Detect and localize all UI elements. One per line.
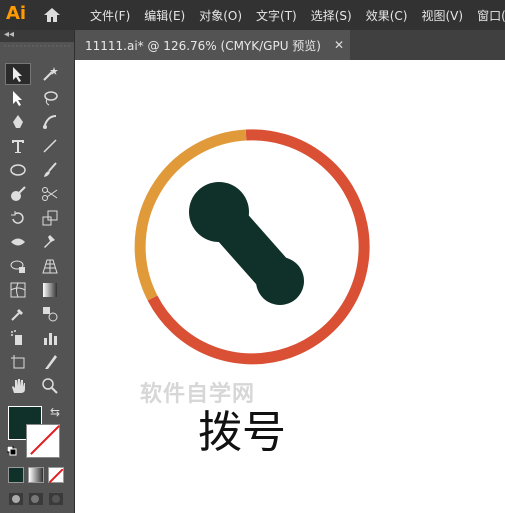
lasso-tool-icon[interactable] [38,88,62,108]
collapse-panel-icon[interactable]: ◂◂ [4,29,14,40]
menu-items: 文件(F) 编辑(E) 对象(O) 文字(T) 选择(S) 效果(C) 视图(V… [90,0,505,30]
swap-fill-stroke-icon[interactable]: ⇆ [50,405,60,419]
stroke-color-swatch[interactable] [26,424,60,458]
document-tab[interactable]: 11111.ai* @ 126.76% (CMYK/GPU 预览) ✕ [75,30,350,60]
perspective-grid-tool-icon[interactable] [38,256,62,276]
menu-select[interactable]: 选择(S) [311,7,352,24]
menu-file[interactable]: 文件(F) [90,7,130,24]
menu-window[interactable]: 窗口( [477,7,505,24]
draw-normal-icon[interactable] [8,492,24,506]
hand-tool-icon[interactable] [6,376,30,396]
artwork-caption: 拨号 [198,407,286,458]
draw-inside-icon[interactable] [48,492,64,506]
free-transform-tool-icon[interactable] [6,256,30,276]
puppet-warp-tool-icon[interactable] [38,232,62,252]
pen-tool-icon[interactable] [6,112,30,132]
phone-handset-icon [189,182,304,305]
draw-behind-icon[interactable] [28,492,44,506]
line-segment-tool-icon[interactable] [38,136,62,156]
zoom-tool-icon[interactable] [38,376,62,396]
menu-object[interactable]: 对象(O) [199,7,242,24]
direct-selection-tool-icon[interactable] [6,88,30,108]
gradient-mode-button[interactable] [28,467,44,483]
slice-tool-icon[interactable] [38,352,62,372]
home-icon[interactable] [42,6,62,24]
gradient-tool-icon[interactable] [38,280,62,300]
scissors-tool-icon[interactable] [38,184,62,204]
mesh-tool-icon[interactable] [6,280,30,300]
ellipse-tool-icon[interactable] [6,160,30,180]
type-tool-icon[interactable] [6,136,30,156]
app-logo: Ai [6,3,27,24]
curvature-tool-icon[interactable] [38,112,62,132]
paintbrush-tool-icon[interactable] [38,160,62,180]
menu-edit[interactable]: 编辑(E) [144,7,185,24]
menu-type[interactable]: 文字(T) [256,7,297,24]
width-tool-icon[interactable] [6,232,30,252]
close-tab-icon[interactable]: ✕ [334,38,344,52]
menu-view[interactable]: 视图(V) [421,7,463,24]
magic-wand-tool-icon[interactable] [38,64,62,84]
column-graph-tool-icon[interactable] [38,328,62,348]
menu-bar: Ai 文件(F) 编辑(E) 对象(O) 文字(T) 选择(S) 效果(C) 视… [0,0,505,30]
menu-effect[interactable]: 效果(C) [366,7,408,24]
document-tab-bar: 11111.ai* @ 126.76% (CMYK/GPU 预览) ✕ [75,30,505,60]
default-colors-icon[interactable] [7,446,17,456]
panel-grip[interactable] [0,42,74,50]
selection-tool-icon[interactable] [5,63,31,85]
document-tab-title: 11111.ai* @ 126.76% (CMYK/GPU 预览) [85,38,321,53]
rotate-tool-icon[interactable] [6,208,30,228]
none-mode-button[interactable] [48,467,64,484]
scale-tool-icon[interactable] [38,208,62,228]
panel-header: ◂◂ [0,29,74,42]
eyedropper-tool-icon[interactable] [6,304,30,324]
phone-dial-artwork[interactable] [75,60,505,513]
blend-tool-icon[interactable] [38,304,62,324]
symbol-sprayer-tool-icon[interactable] [6,328,30,348]
shaper-tool-icon[interactable] [6,184,30,204]
artboard-tool-icon[interactable] [6,352,30,372]
color-mode-button[interactable] [8,467,24,483]
artboard-canvas[interactable]: 软件自学网 拨号 [75,60,505,513]
